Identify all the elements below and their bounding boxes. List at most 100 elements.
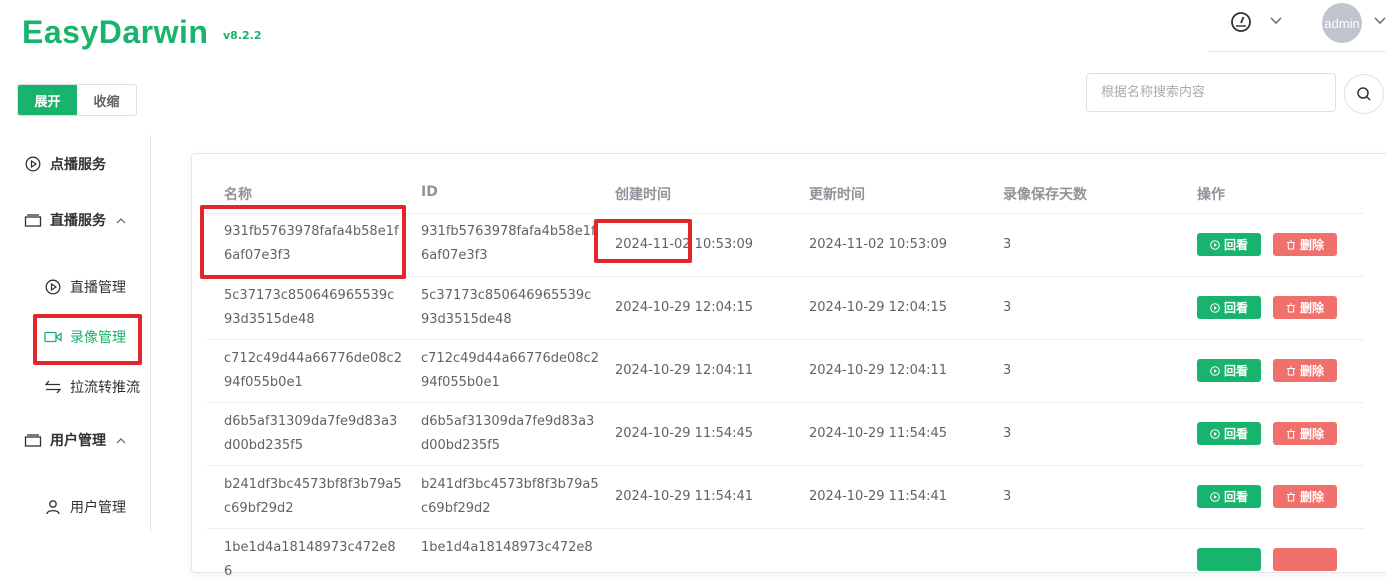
- cell-updated: 2024-10-29 12:04:11: [809, 363, 948, 378]
- sidebar-item-label: 直播管理: [70, 280, 126, 296]
- sidebar-item-record-manage[interactable]: 录像管理: [44, 327, 126, 347]
- sidebar-item-label: 录像管理: [70, 330, 126, 346]
- cell-name: b241df3bc4573bf8f3b79a5c69bf29d2: [224, 477, 402, 516]
- sidebar-item-vod[interactable]: 点播服务: [24, 154, 106, 174]
- sidebar-item-label: 拉流转推流: [70, 380, 140, 396]
- user-icon: [44, 498, 62, 516]
- delete-button[interactable]: 删除: [1273, 296, 1337, 319]
- avatar[interactable]: admin: [1322, 3, 1362, 43]
- column-header-actions: 操作: [1197, 187, 1225, 203]
- column-header-retention-days: 录像保存天数: [1003, 187, 1087, 203]
- playback-button-label: 回看: [1223, 238, 1248, 252]
- trash-icon: [1286, 240, 1295, 249]
- sidebar-item-label: 点播服务: [50, 157, 106, 173]
- row-divider: [207, 339, 1364, 340]
- column-header-id: ID: [421, 184, 438, 200]
- play-circle-icon: [1210, 239, 1220, 250]
- trash-icon: [1286, 303, 1295, 312]
- play-circle-icon: [1210, 365, 1220, 376]
- play-circle-icon: [24, 155, 42, 173]
- cell-created: 2024-10-29 11:54:45: [615, 426, 754, 441]
- folder-stack-icon: [24, 211, 42, 229]
- column-header-created: 创建时间: [615, 187, 671, 203]
- trash-icon: [1286, 366, 1295, 375]
- play-circle-icon: [1210, 302, 1220, 313]
- version-label: v8.2.2: [223, 29, 262, 42]
- cell-name: 1be1d4a18148973c472e86: [224, 540, 396, 579]
- cell-id: d6b5af31309da7fe9d83a3d00bd235f5: [421, 414, 595, 453]
- cell-id: b241df3bc4573bf8f3b79a5c69bf29d2: [421, 477, 599, 516]
- cell-retention-days: 3: [1003, 237, 1012, 252]
- sidebar-group-label: 直播服务: [50, 213, 106, 229]
- search-input[interactable]: [1086, 73, 1336, 112]
- sidebar-item-pull-push[interactable]: 拉流转推流: [44, 377, 140, 397]
- playback-button-label: 回看: [1223, 364, 1248, 378]
- delete-button[interactable]: 删除: [1273, 233, 1337, 256]
- sidebar-item-live-manage[interactable]: 直播管理: [44, 277, 126, 297]
- cell-retention-days: 3: [1003, 363, 1012, 378]
- row-divider: [207, 528, 1364, 529]
- column-header-name: 名称: [224, 187, 252, 203]
- cell-retention-days: 3: [1003, 426, 1012, 441]
- search-button[interactable]: [1344, 74, 1384, 114]
- play-circle-icon: [44, 278, 62, 296]
- sidebar-item-user-manage[interactable]: 用户管理: [44, 497, 126, 517]
- cell-updated: 2024-11-02 10:53:09: [809, 237, 948, 252]
- delete-button-label: 删除: [1299, 364, 1324, 378]
- trash-icon: [1286, 429, 1295, 438]
- cell-name: d6b5af31309da7fe9d83a3d00bd235f5: [224, 414, 398, 453]
- delete-button-label: 删除: [1299, 301, 1324, 315]
- sidebar-group-label: 用户管理: [50, 433, 106, 449]
- cell-name: 931fb5763978fafa4b58e1f6af07e3f3: [224, 224, 399, 263]
- cell-name: 5c37173c850646965539c93d3515de48: [224, 288, 395, 327]
- playback-button[interactable]: 回看: [1197, 422, 1261, 445]
- play-circle-icon: [1210, 491, 1220, 502]
- chevron-up-icon: [116, 217, 126, 223]
- dashboard-gauge-icon[interactable]: [1230, 11, 1252, 33]
- playback-button[interactable]: 回看: [1197, 296, 1261, 319]
- cell-created: 2024-10-29 11:54:41: [615, 489, 754, 504]
- cell-id: 5c37173c850646965539c93d3515de48: [421, 288, 592, 327]
- chevron-down-icon[interactable]: [1374, 17, 1386, 25]
- trash-icon: [1286, 492, 1295, 501]
- playback-button[interactable]: 回看: [1197, 359, 1261, 382]
- sidebar-group-live[interactable]: 直播服务: [24, 210, 126, 230]
- delete-button[interactable]: 删除: [1273, 422, 1337, 445]
- cell-id: 1be1d4a18148973c472e8: [421, 540, 593, 555]
- switch-arrows-icon: [44, 378, 62, 396]
- collapse-button[interactable]: 收缩: [77, 85, 136, 115]
- delete-button-label: 删除: [1299, 427, 1324, 441]
- delete-button-label: 删除: [1299, 238, 1324, 252]
- cell-created: 2024-10-29 12:04:11: [615, 363, 754, 378]
- cell-created: 2024-11-02 10:53:09: [615, 237, 754, 252]
- row-divider: [207, 465, 1364, 466]
- delete-button[interactable]: 删除: [1273, 485, 1337, 508]
- column-header-updated: 更新时间: [809, 187, 865, 203]
- delete-button[interactable]: [1273, 548, 1337, 571]
- video-camera-icon: [44, 328, 62, 346]
- sidebar-toggle-group: 展开 收缩: [17, 84, 137, 116]
- search-icon: [1357, 87, 1371, 101]
- folder-stack-icon: [24, 431, 42, 449]
- delete-button[interactable]: 删除: [1273, 359, 1337, 382]
- playback-button[interactable]: [1197, 548, 1261, 571]
- play-circle-icon: [1210, 428, 1220, 439]
- playback-button-label: 回看: [1223, 490, 1248, 504]
- cell-updated: 2024-10-29 12:04:15: [809, 300, 948, 315]
- playback-button[interactable]: 回看: [1197, 485, 1261, 508]
- chevron-down-icon[interactable]: [1270, 17, 1282, 25]
- row-divider: [207, 402, 1364, 403]
- row-divider: [207, 276, 1364, 277]
- sidebar-group-users[interactable]: 用户管理: [24, 430, 126, 450]
- delete-button-label: 删除: [1299, 490, 1324, 504]
- playback-button[interactable]: 回看: [1197, 233, 1261, 256]
- cell-created: 2024-10-29 12:04:15: [615, 300, 754, 315]
- cell-updated: 2024-10-29 11:54:41: [809, 489, 948, 504]
- brand-logo: EasyDarwin: [22, 14, 209, 50]
- expand-button[interactable]: 展开: [18, 85, 77, 115]
- cell-name: c712c49d44a66776de08c294f055b0e1: [224, 351, 402, 390]
- cell-updated: 2024-10-29 11:54:45: [809, 426, 948, 441]
- sidebar-item-label: 用户管理: [70, 500, 126, 516]
- playback-button-label: 回看: [1223, 301, 1248, 315]
- cell-id: c712c49d44a66776de08c294f055b0e1: [421, 351, 599, 390]
